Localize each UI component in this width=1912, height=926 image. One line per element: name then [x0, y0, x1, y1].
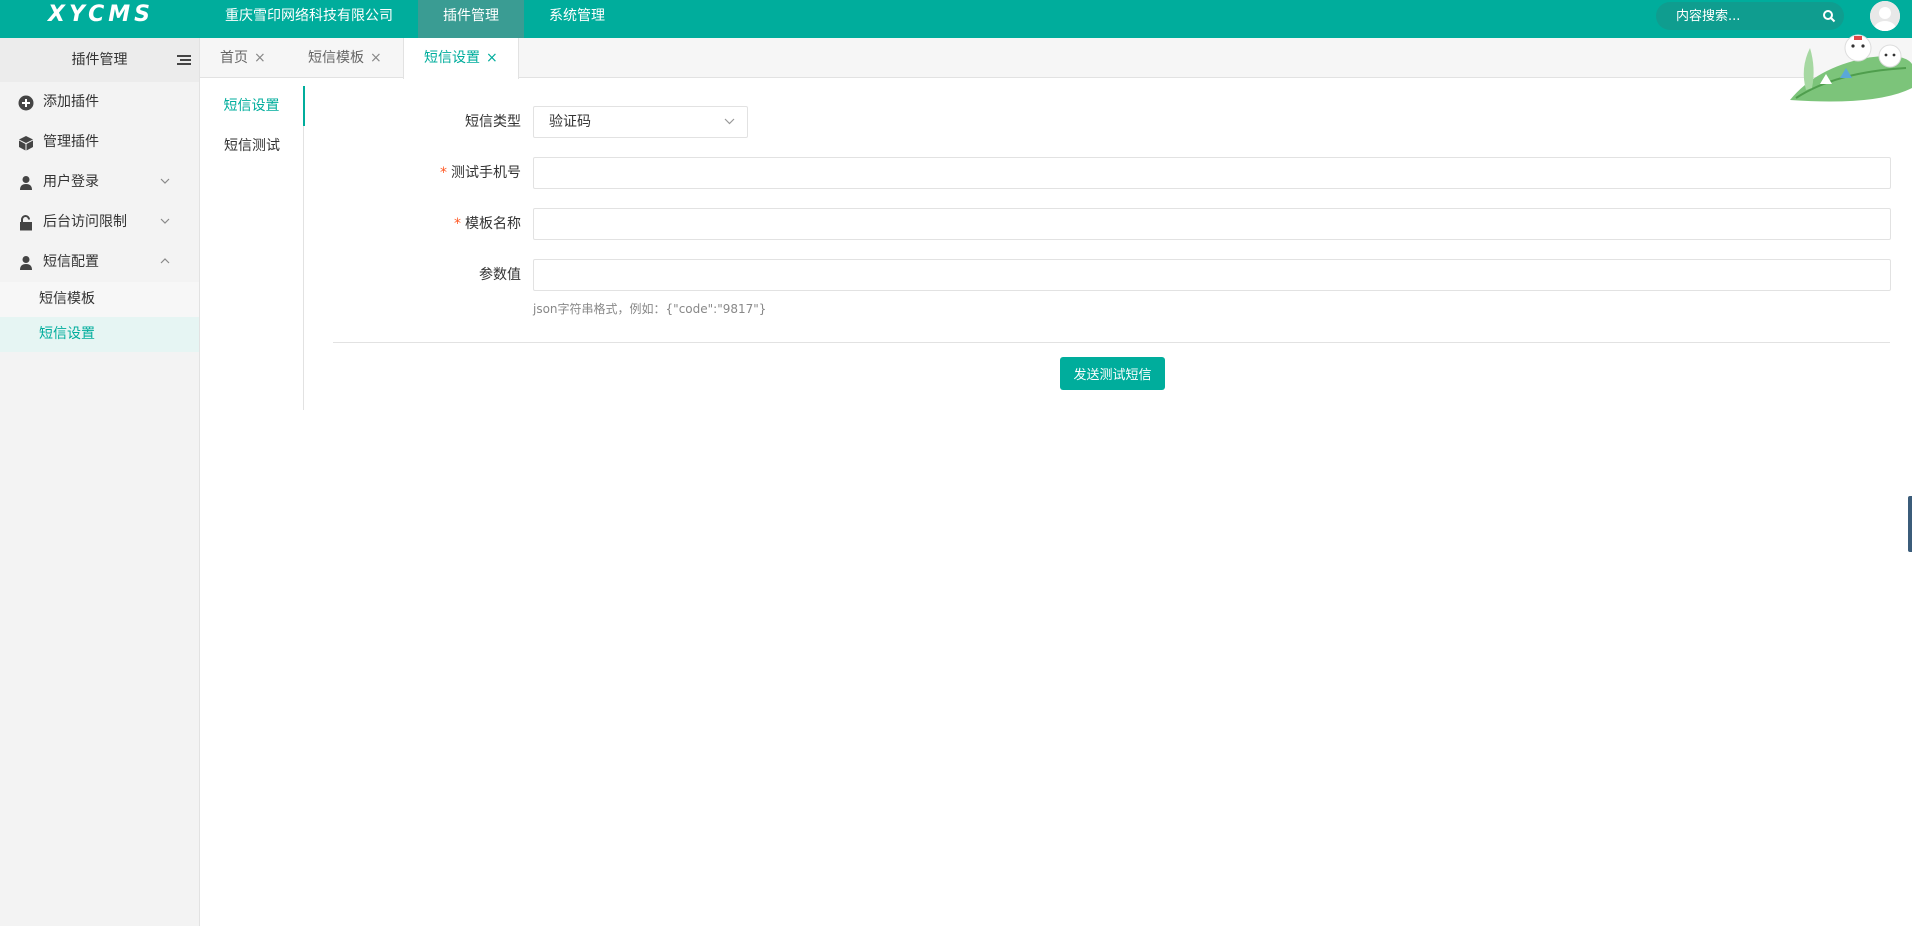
top-nav: 重庆雪印网络科技有限公司 插件管理 系统管理: [200, 0, 630, 38]
topnav-item-plugins[interactable]: 插件管理: [418, 0, 524, 38]
topnav-item-company[interactable]: 重庆雪印网络科技有限公司: [200, 0, 418, 38]
test-phone-input[interactable]: [533, 157, 1891, 189]
close-icon[interactable]: ×: [486, 50, 498, 66]
topnav-item-system[interactable]: 系统管理: [524, 0, 630, 38]
sidebar-subitem-sms-template[interactable]: 短信模板: [0, 282, 199, 317]
tab-sms-template[interactable]: 短信模板 ×: [308, 38, 382, 78]
chevron-down-icon: [160, 218, 170, 224]
template-name-input[interactable]: [533, 208, 1891, 240]
sidebar-item-access-limit[interactable]: 后台访问限制: [0, 202, 199, 242]
subnav-item-sms-test[interactable]: 短信测试: [200, 126, 304, 166]
sidebar-item-label: 短信配置: [43, 254, 99, 270]
sidebar-item-user-login[interactable]: 用户登录: [0, 162, 199, 202]
required-mark: *: [454, 216, 461, 232]
top-header: XYCMS 重庆雪印网络科技有限公司 插件管理 系统管理: [0, 0, 1912, 38]
sms-type-label: 短信类型: [465, 114, 521, 130]
avatar[interactable]: [1870, 1, 1900, 31]
tab-sms-settings[interactable]: 短信设置 ×: [403, 38, 519, 79]
chevron-down-icon: [160, 178, 170, 184]
cube-icon: [19, 136, 33, 151]
sidebar-item-sms-config[interactable]: 短信配置: [0, 242, 199, 282]
decorative-leaf-illustration: [1790, 34, 1912, 102]
tab-label: 短信设置: [424, 50, 480, 66]
content-subnav: 短信设置 短信测试: [200, 86, 305, 410]
close-icon[interactable]: ×: [370, 50, 382, 66]
chevron-down-icon: [724, 118, 735, 125]
user-avatar-icon: [1870, 1, 1900, 31]
menu-toggle-icon[interactable]: [177, 54, 191, 66]
subnav-item-sms-settings[interactable]: 短信设置: [200, 86, 305, 126]
sms-type-select[interactable]: 验证码: [533, 106, 748, 138]
search-icon[interactable]: [1822, 9, 1836, 23]
sidebar-title: 插件管理: [0, 38, 199, 82]
sidebar: 插件管理 添加插件 管理插件 用户登录 后台访问限制 短信配置 短信模板 短信设…: [0, 38, 200, 926]
sidebar-title-label: 插件管理: [71, 52, 128, 68]
sidebar-item-label: 后台访问限制: [43, 214, 127, 230]
tab-label: 短信模板: [308, 50, 364, 66]
chevron-up-icon: [160, 258, 170, 264]
sidebar-item-manage-plugin[interactable]: 管理插件: [0, 122, 199, 162]
param-value-label: 参数值: [479, 267, 521, 283]
search-box: [1656, 2, 1844, 30]
tab-home[interactable]: 首页 ×: [220, 38, 266, 78]
sidebar-subitem-sms-settings[interactable]: 短信设置: [0, 317, 199, 352]
close-icon[interactable]: ×: [254, 50, 266, 66]
form-divider: [333, 342, 1890, 343]
plus-circle-icon: [18, 95, 34, 111]
send-test-sms-button[interactable]: 发送测试短信: [1060, 357, 1165, 390]
sidebar-item-label: 添加插件: [43, 94, 99, 110]
param-format-hint: json字符串格式，例如：{"code":"9817"}: [533, 302, 767, 316]
template-name-label: * 模板名称: [454, 216, 521, 232]
sms-type-value: 验证码: [549, 114, 591, 130]
search-input[interactable]: [1676, 2, 1816, 30]
test-phone-label: * 测试手机号: [440, 165, 521, 181]
required-mark: *: [440, 165, 447, 181]
side-drawer-handle[interactable]: [1908, 496, 1912, 552]
tab-bar: 首页 × 短信模板 × 短信设置 ×: [200, 38, 1912, 79]
sidebar-item-add-plugin[interactable]: 添加插件: [0, 82, 199, 122]
sidebar-item-label: 用户登录: [43, 174, 99, 190]
user-icon: [20, 256, 32, 270]
param-value-input[interactable]: [533, 259, 1891, 291]
unlock-icon: [20, 215, 32, 231]
app-logo[interactable]: XYCMS: [48, 2, 154, 27]
user-icon: [20, 176, 32, 190]
sidebar-item-label: 管理插件: [43, 134, 99, 150]
tab-label: 首页: [220, 50, 248, 66]
